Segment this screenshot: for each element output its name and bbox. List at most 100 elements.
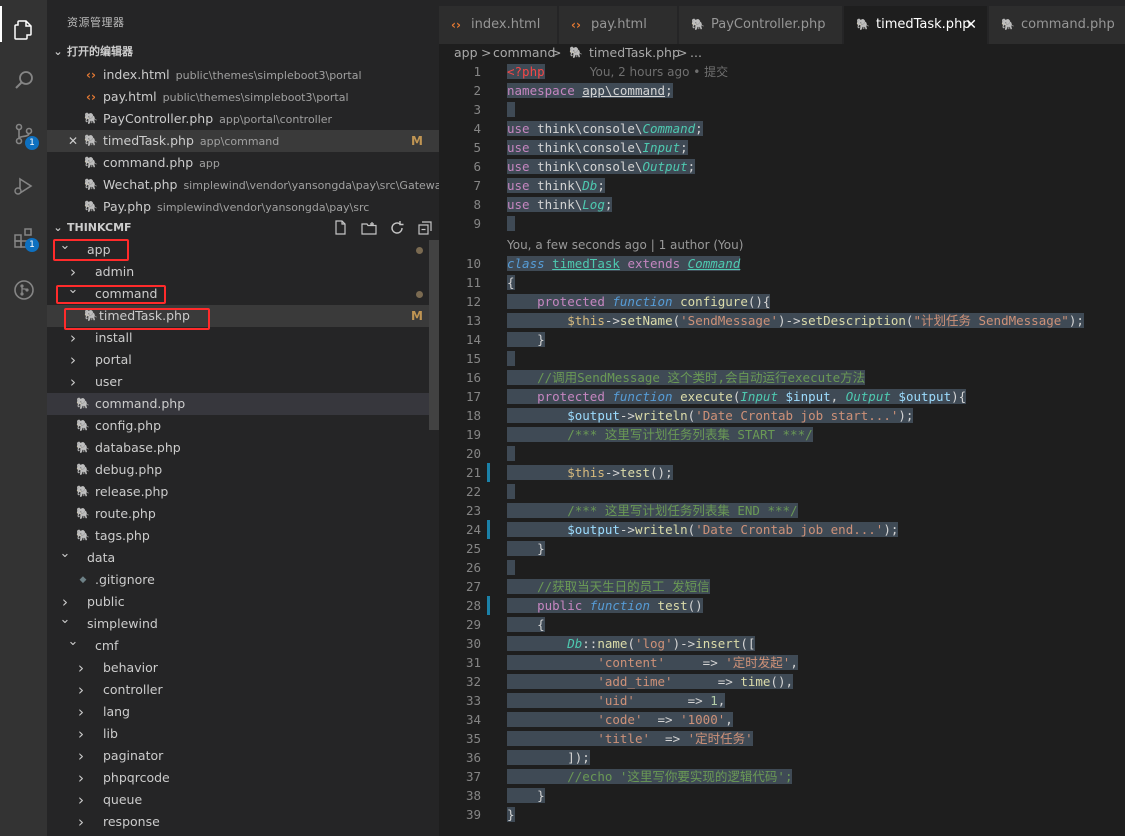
chevron-right-icon[interactable]: › xyxy=(65,371,81,393)
breadcrumb-sep: > xyxy=(677,45,688,60)
open-editor-item[interactable]: 🐘 Wechat.php simplewind\vendor\yansongda\p… xyxy=(47,174,439,196)
open-editor-path: public\themes\simpleboot3\portal xyxy=(162,91,349,104)
tree-item[interactable]: › phpqrcode xyxy=(47,767,439,789)
chevron-right-icon[interactable]: › xyxy=(73,723,89,745)
tree-item[interactable]: › admin xyxy=(47,261,439,283)
tree-item[interactable]: 🐘 debug.php xyxy=(47,459,439,481)
code-editor[interactable]: 1 2 3 4 5 6 7 8 9 10 11 12 13 14 15 16 17 18 19 20 21 22 23 24 2… xyxy=(439,62,1125,836)
breadcrumb-app[interactable]: app xyxy=(454,44,478,62)
tree-item[interactable]: 🐘 release.php xyxy=(47,481,439,503)
tree-item[interactable]: 🐘 tags.php xyxy=(47,525,439,547)
tree-item[interactable]: › lib xyxy=(47,723,439,745)
collapse-all-icon[interactable] xyxy=(417,220,433,236)
open-editor-item[interactable]: 🐘 command.php app xyxy=(47,152,439,174)
chevron-down-icon[interactable]: ⌄ xyxy=(65,631,81,653)
tree-item[interactable]: › queue xyxy=(47,789,439,811)
tab-index-html[interactable]: ‹› index.html xyxy=(439,6,558,44)
tree-item-label: public xyxy=(87,594,125,609)
open-editor-item[interactable]: ‹› index.html public\themes\simpleboot3\po… xyxy=(47,64,439,86)
chevron-down-icon[interactable]: ⌄ xyxy=(57,543,73,565)
tree-item[interactable]: ⌄ data xyxy=(47,546,439,569)
search-icon[interactable] xyxy=(0,56,47,103)
open-editor-filename: timedTask.php xyxy=(103,133,194,148)
php-icon: 🐘 xyxy=(569,46,583,59)
tree-item-label: lang xyxy=(103,704,130,719)
tree-item[interactable]: › behavior xyxy=(47,657,439,679)
modified-badge: M xyxy=(411,309,423,323)
tree-item[interactable]: 🐘 database.php xyxy=(47,437,439,459)
tab-paycontroller-php[interactable]: 🐘 PayController.php xyxy=(679,6,843,44)
tree-item[interactable]: › response xyxy=(47,811,439,833)
line-number: 21 xyxy=(465,465,481,480)
line-number: 35 xyxy=(465,731,481,746)
git-history-icon[interactable] xyxy=(0,266,47,313)
code-line-8: use think\Log; xyxy=(507,197,613,212)
tree-item[interactable]: ◆ .gitignore xyxy=(47,569,439,591)
chevron-down-icon[interactable]: ⌄ xyxy=(57,609,73,631)
tab-pay-html[interactable]: ‹› pay.html xyxy=(559,6,678,44)
new-file-icon[interactable] xyxy=(333,220,349,236)
open-editor-item[interactable]: ✕ 🐘 timedTask.php app\command M xyxy=(47,130,439,152)
open-editor-item[interactable]: 🐘 Pay.php simplewind\vendor\yansongda\pay\… xyxy=(47,196,439,218)
open-editor-item[interactable]: 🐘 PayController.php app\portal\controller xyxy=(47,108,439,130)
tree-item[interactable]: ⌄ cmf xyxy=(47,634,439,657)
tree-item[interactable]: 🐘 route.php xyxy=(47,503,439,525)
line-number: 29 xyxy=(465,617,481,632)
chevron-right-icon[interactable]: › xyxy=(73,657,89,679)
breadcrumb-symbol[interactable]: ... xyxy=(690,44,702,62)
extensions-icon[interactable] xyxy=(0,214,47,261)
tab-command-php[interactable]: 🐘 command.php xyxy=(989,6,1125,44)
line-number: 12 xyxy=(465,294,481,309)
line-number: 6 xyxy=(473,159,481,174)
tab-label: index.html xyxy=(471,17,541,32)
tree-item[interactable]: › controller xyxy=(47,679,439,701)
close-icon[interactable]: ✕ xyxy=(965,6,977,44)
codelens[interactable]: You, a few seconds ago | 1 author (You) xyxy=(507,236,743,255)
project-header[interactable]: ⌄ THINKCMF xyxy=(47,218,439,238)
tree-item[interactable]: › lang xyxy=(47,701,439,723)
chevron-right-icon[interactable]: › xyxy=(73,745,89,767)
tree-item[interactable]: › public xyxy=(47,591,439,613)
php-icon: 🐘 xyxy=(691,18,705,31)
line-number: 10 xyxy=(465,256,481,271)
html-icon: ‹› xyxy=(451,18,461,32)
tab-timedtask-php[interactable]: 🐘 timedTask.php ✕ xyxy=(844,6,988,44)
debug-icon[interactable] xyxy=(0,162,47,209)
code-line-9 xyxy=(507,214,515,233)
source-control-icon[interactable] xyxy=(0,110,47,157)
tree-item[interactable]: › install xyxy=(47,327,439,349)
breadcrumb-command[interactable]: command xyxy=(493,44,555,62)
chevron-right-icon[interactable]: › xyxy=(73,811,89,833)
breadcrumb-file[interactable]: timedTask.php xyxy=(589,44,680,62)
open-editors-header[interactable]: ⌄ 打开的编辑器 xyxy=(47,42,439,62)
chevron-right-icon[interactable]: › xyxy=(65,349,81,371)
open-editor-filename: Wechat.php xyxy=(103,177,178,192)
explorer-icon[interactable] xyxy=(0,6,47,53)
refresh-icon[interactable] xyxy=(389,220,405,236)
chevron-right-icon[interactable]: › xyxy=(73,789,89,811)
code-line-10: class timedTask extends Command xyxy=(507,256,741,271)
tree-item[interactable]: › paginator xyxy=(47,745,439,767)
close-icon[interactable]: ✕ xyxy=(65,130,81,152)
chevron-right-icon[interactable]: › xyxy=(73,679,89,701)
tree-item[interactable]: 🐘 config.php xyxy=(47,415,439,437)
chevron-right-icon[interactable]: › xyxy=(73,701,89,723)
tab-label: PayController.php xyxy=(711,17,826,32)
code-line-30: Db::name('log')->insert([ xyxy=(507,634,756,653)
tree-item[interactable]: › user xyxy=(47,371,439,393)
open-editor-item[interactable]: ‹› pay.html public\themes\simpleboot3\port… xyxy=(47,86,439,108)
chevron-right-icon[interactable]: › xyxy=(73,767,89,789)
line-number: 24 xyxy=(465,522,481,537)
line-number: 37 xyxy=(465,769,481,784)
sidebar-scrollbar[interactable] xyxy=(429,240,439,430)
new-folder-icon[interactable] xyxy=(361,220,377,236)
line-number: 18 xyxy=(465,408,481,423)
tree-item[interactable]: 🐘 command.php xyxy=(47,393,439,415)
code-line-25: } xyxy=(507,541,545,556)
modified-badge: M xyxy=(411,134,423,148)
chevron-right-icon[interactable]: › xyxy=(65,327,81,349)
line-number: 38 xyxy=(465,788,481,803)
tree-item[interactable]: › portal xyxy=(47,349,439,371)
tree-item[interactable]: ⌄ simplewind xyxy=(47,612,439,635)
line-number: 25 xyxy=(465,541,481,556)
